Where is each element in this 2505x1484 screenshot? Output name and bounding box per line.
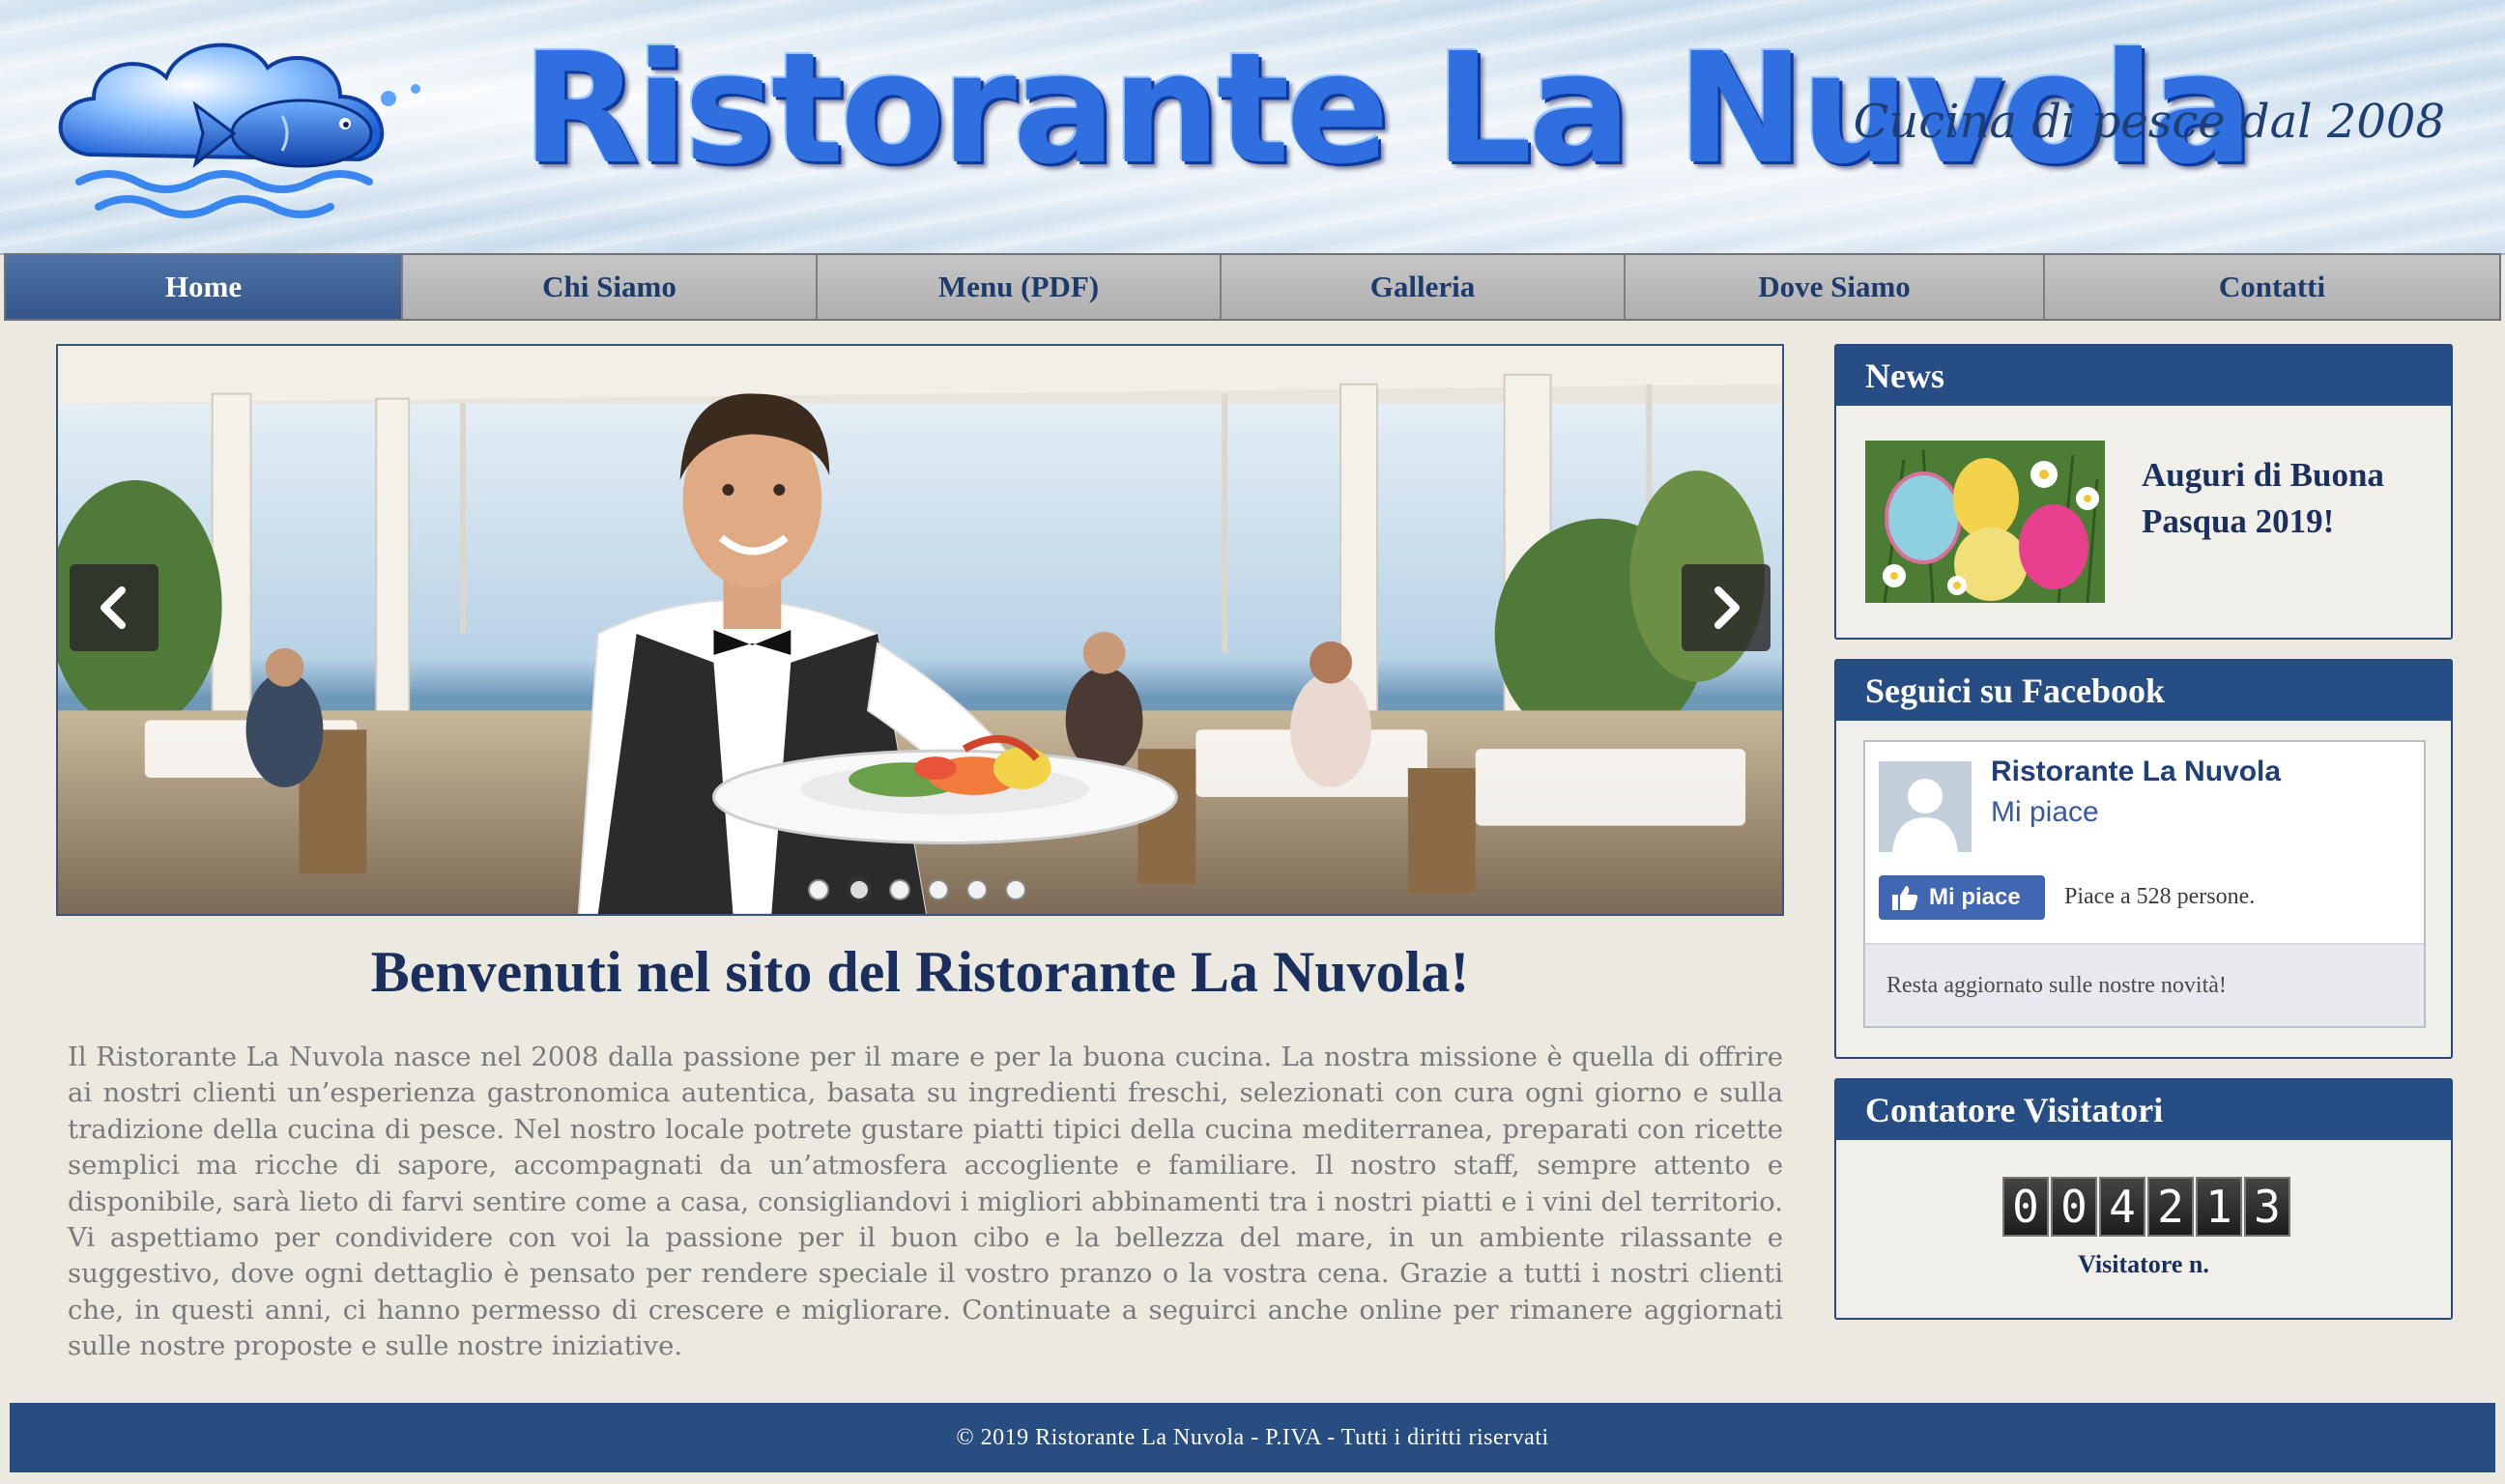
facebook-panel: Seguici su Facebook Ristorante La Nuvola… [1834,659,2453,1059]
nav-item-chi-siamo[interactable]: Chi Siamo [403,255,818,319]
counter-digit: 1 [2196,1177,2242,1237]
image-slider[interactable] [56,344,1784,916]
facebook-page-like-link[interactable]: Mi piace [1991,796,2099,829]
chevron-right-icon [1714,586,1740,629]
facebook-heading: Seguici su Facebook [1836,661,2451,721]
counter-digit: 2 [2147,1177,2194,1237]
facebook-like-count: Piace a 528 persone. [2064,884,2256,909]
counter-digit: 0 [2051,1177,2097,1237]
default-profile-icon [1879,761,1972,852]
slider-next-button[interactable] [1682,564,1771,651]
site-header: Ristorante La Nuvola Cucina di pesce dal… [0,0,2505,255]
facebook-widget: Ristorante La Nuvola Mi piace Mi piace P… [1863,740,2426,1028]
nav-item-menu-pdf[interactable]: Menu (PDF) [818,255,1222,319]
nav-item-dove-siamo[interactable]: Dove Siamo [1626,255,2045,319]
site-footer: © 2019 Ristorante La Nuvola - P.IVA - Tu… [10,1403,2495,1472]
slider-pagination [808,877,1026,902]
news-thumbnail-easter-eggs[interactable] [1865,441,2105,603]
news-panel: News Auguri di Buona Pasqua 2019! [1834,344,2453,640]
visitor-counter-panel: Contatore Visitatori 004213 Visitatore n… [1834,1078,2453,1320]
slider-dot[interactable] [928,879,949,900]
counter-digit: 3 [2244,1177,2290,1237]
slider-dot[interactable] [889,879,910,900]
main-nav: Home Chi Siamo Menu (PDF) Galleria Dove … [4,253,2501,321]
avatar[interactable] [1879,761,1972,852]
news-item-title[interactable]: Auguri di Buona Pasqua 2019! [2142,452,2432,545]
welcome-title: Benvenuti nel sito del Ristorante La Nuv… [370,940,1470,1004]
intro-paragraph: Il Ristorante La Nuvola nasce nel 2008 d… [68,1042,1783,1362]
visitor-counter-label: Visitatore n. [2078,1250,2209,1278]
thumbs-up-icon [1892,886,1918,910]
nav-item-home[interactable]: Home [6,255,403,319]
news-heading: News [1836,346,2451,406]
chevron-left-icon [101,586,126,629]
site-tagline: Cucina di pesce dal 2008 [1853,95,2445,149]
visitor-counter-heading: Contatore Visitatori [1836,1080,2451,1140]
slider-dot[interactable] [808,879,829,900]
cloud-fish-logo[interactable] [50,10,485,222]
footer-copyright: © 2019 Ristorante La Nuvola - P.IVA - Tu… [956,1424,1549,1450]
visitor-counter-digits: 004213 [2002,1177,2290,1237]
nav-item-contatti[interactable]: Contatti [2045,255,2499,319]
nav-item-galleria[interactable]: Galleria [1222,255,1626,319]
slider-prev-button[interactable] [70,564,158,651]
counter-digit: 4 [2099,1177,2145,1237]
facebook-page-name[interactable]: Ristorante La Nuvola [1991,756,2281,788]
counter-digit: 0 [2002,1177,2049,1237]
facebook-widget-footer: Resta aggiornato sulle nostre novità! [1865,943,2424,1026]
slider-dot[interactable] [1005,879,1026,900]
facebook-like-button[interactable]: Mi piace [1879,875,2045,920]
slide-image-waiter [58,346,1782,914]
slider-dot[interactable] [847,877,872,902]
slider-dot[interactable] [966,879,988,900]
facebook-like-button-label: Mi piace [1929,884,2021,910]
